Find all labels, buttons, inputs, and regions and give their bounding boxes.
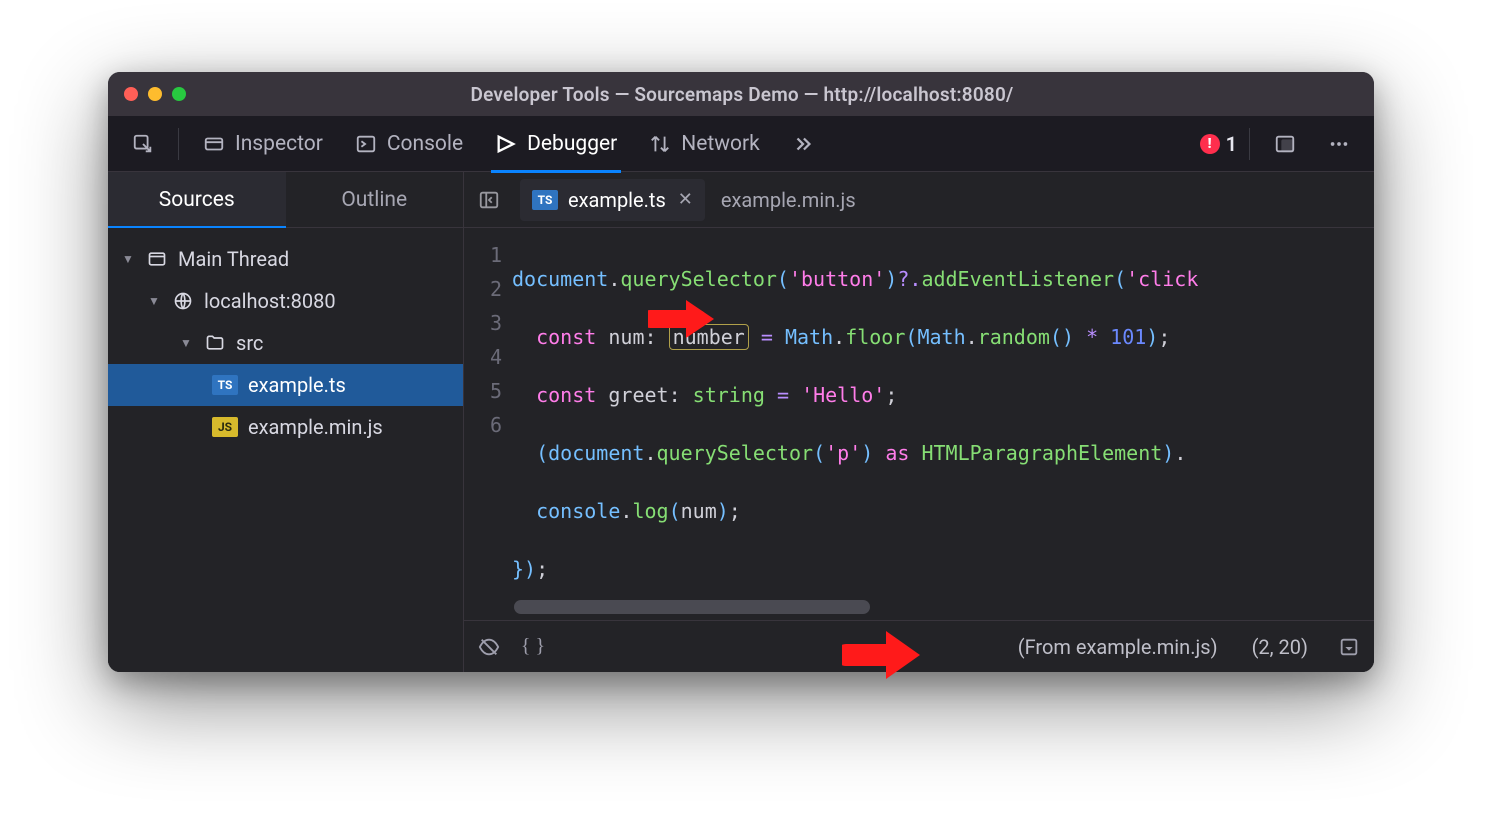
network-label: Network xyxy=(681,132,760,156)
debugger-body: Sources Outline Main Thread xyxy=(108,172,1374,672)
editor-tabs: TS example.ts ✕ example.min.js xyxy=(464,172,1374,228)
editor-panel: TS example.ts ✕ example.min.js 1 2 3 4 5 xyxy=(464,172,1374,672)
inspector-label: Inspector xyxy=(235,132,323,156)
inspector-tab[interactable]: Inspector xyxy=(191,126,335,162)
dock-icon xyxy=(1274,133,1296,155)
tree-folder-src[interactable]: src xyxy=(108,322,463,364)
mapped-from-label: (From example.min.js) xyxy=(1018,635,1218,659)
debugger-icon xyxy=(495,133,517,155)
overflow-tabs-button[interactable] xyxy=(780,127,826,161)
pretty-print-button[interactable]: { } xyxy=(520,634,546,660)
console-label: Console xyxy=(387,132,463,156)
titlebar: Developer Tools — Sourcemaps Demo — http… xyxy=(108,72,1374,116)
tree-file-example-min-js[interactable]: JS example.min.js xyxy=(108,406,463,448)
code-editor[interactable]: 1 2 3 4 5 6 document.querySelector('butt… xyxy=(464,228,1374,620)
more-icon xyxy=(1328,133,1350,155)
highlighted-type-token: number xyxy=(669,324,749,350)
traffic-lights xyxy=(124,87,186,101)
sources-tab[interactable]: Sources xyxy=(108,172,286,227)
element-picker-icon xyxy=(132,133,154,155)
editor-tab-label: example.min.js xyxy=(721,188,856,212)
console-icon xyxy=(355,133,377,155)
globe-icon xyxy=(172,290,194,312)
more-menu-button[interactable] xyxy=(1316,127,1362,161)
line-number: 1 xyxy=(464,238,502,272)
gutter: 1 2 3 4 5 6 xyxy=(464,228,512,620)
editor-tab-label: example.ts xyxy=(568,188,666,212)
cursor-position: (2, 20) xyxy=(1252,635,1308,659)
line-number: 6 xyxy=(464,408,502,442)
separator xyxy=(178,128,179,160)
tree-file-example-ts[interactable]: TS example.ts xyxy=(108,364,463,406)
sources-tab-label: Sources xyxy=(159,188,235,212)
left-tabs: Sources Outline xyxy=(108,172,463,228)
maximize-window-button[interactable] xyxy=(172,87,186,101)
ts-badge-icon: TS xyxy=(532,190,558,210)
minimize-window-button[interactable] xyxy=(148,87,162,101)
editor-tab-example-ts[interactable]: TS example.ts ✕ xyxy=(520,179,705,221)
console-tab[interactable]: Console xyxy=(343,126,475,162)
tree-label: example.ts xyxy=(248,373,346,397)
line-number: 3 xyxy=(464,306,502,340)
blackbox-button[interactable] xyxy=(476,634,502,660)
ts-badge-icon: TS xyxy=(212,375,238,395)
element-picker-button[interactable] xyxy=(120,127,166,161)
code-content: document.querySelector('button')?.addEve… xyxy=(512,228,1374,620)
network-tab[interactable]: Network xyxy=(637,126,772,162)
close-window-button[interactable] xyxy=(124,87,138,101)
line-number: 2 xyxy=(464,272,502,306)
line-number: 5 xyxy=(464,374,502,408)
scrollbar-thumb[interactable] xyxy=(514,600,870,614)
window-title: Developer Tools — Sourcemaps Demo — http… xyxy=(186,83,1358,106)
debugger-tab[interactable]: Debugger xyxy=(483,126,629,162)
close-tab-button[interactable]: ✕ xyxy=(678,189,693,210)
editor-tab-example-min-js[interactable]: example.min.js xyxy=(709,179,868,221)
tree-label: localhost:8080 xyxy=(204,289,336,313)
js-badge-icon: JS xyxy=(212,417,238,437)
debugger-label: Debugger xyxy=(527,132,617,156)
outline-tab[interactable]: Outline xyxy=(286,172,464,227)
devtools-window: Developer Tools — Sourcemaps Demo — http… xyxy=(108,72,1374,672)
editor-footer: { } (From example.min.js) (2, 20) xyxy=(464,620,1374,672)
tree-main-thread[interactable]: Main Thread xyxy=(108,238,463,280)
error-count: 1 xyxy=(1226,132,1237,156)
line-number: 4 xyxy=(464,340,502,374)
devtools-toolbar: Inspector Console Debugger Network xyxy=(108,116,1374,172)
chevron-down-icon xyxy=(122,252,136,266)
window-icon xyxy=(146,248,168,270)
separator xyxy=(1249,128,1250,160)
chevron-down-icon xyxy=(148,294,162,308)
tree-label: Main Thread xyxy=(178,247,289,271)
tree-label: src xyxy=(236,331,263,355)
inspector-icon xyxy=(203,133,225,155)
tree-host[interactable]: localhost:8080 xyxy=(108,280,463,322)
goto-line-button[interactable] xyxy=(1336,634,1362,660)
chevron-down-icon xyxy=(180,336,194,350)
dock-mode-button[interactable] xyxy=(1262,127,1308,161)
chevrons-right-icon xyxy=(792,133,814,155)
toggle-sidebar-button[interactable] xyxy=(472,183,506,217)
tree-label: example.min.js xyxy=(248,415,383,439)
error-icon: ! xyxy=(1200,134,1220,154)
sources-tree: Main Thread localhost:8080 xyxy=(108,228,463,458)
sources-panel: Sources Outline Main Thread xyxy=(108,172,464,672)
outline-tab-label: Outline xyxy=(341,188,407,212)
horizontal-scrollbar[interactable] xyxy=(514,600,1362,614)
network-icon xyxy=(649,133,671,155)
error-count-button[interactable]: ! 1 xyxy=(1200,132,1237,156)
folder-icon xyxy=(204,332,226,354)
